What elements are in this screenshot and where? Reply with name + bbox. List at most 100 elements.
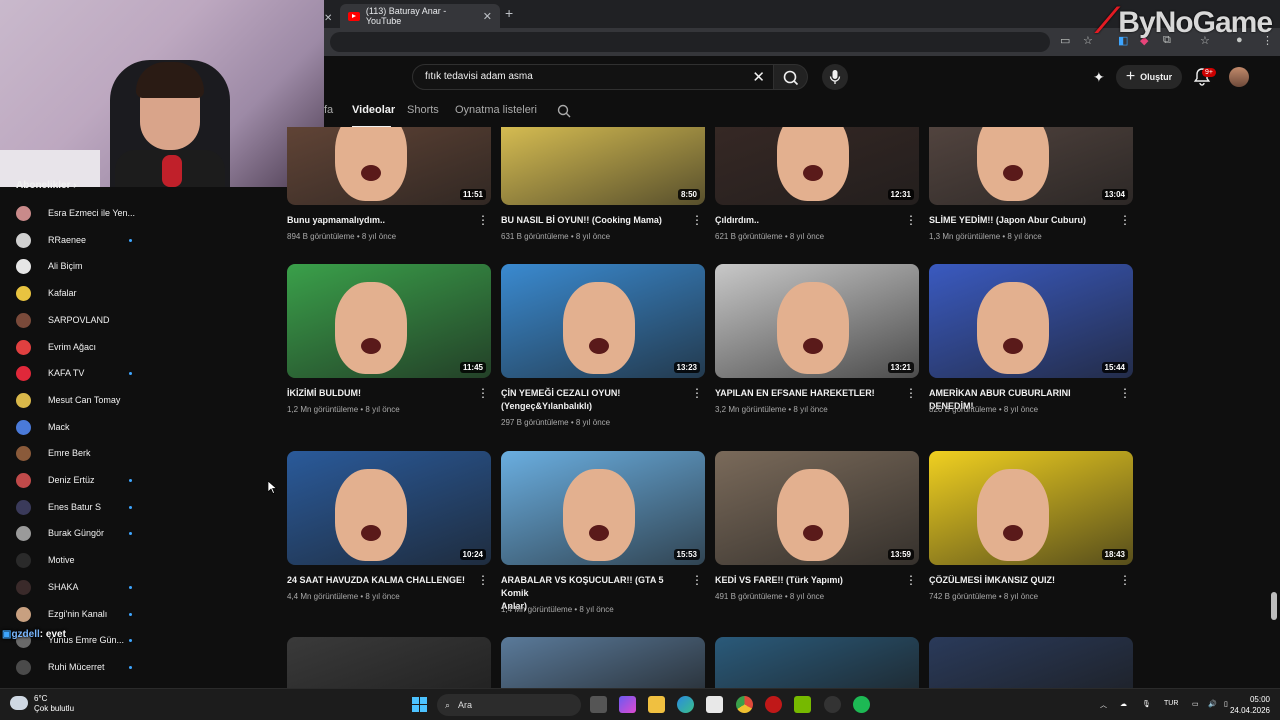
video-thumbnail[interactable]: 10:24 (287, 451, 491, 565)
nvidia-icon[interactable] (794, 696, 811, 713)
tray-volume-icon[interactable]: 🔊 (1208, 700, 1217, 708)
video-title[interactable]: BU NASIL Bİ OYUN!! (Cooking Mama) (501, 214, 687, 227)
edge-icon[interactable] (677, 696, 694, 713)
file-explorer-icon[interactable] (648, 696, 665, 713)
video-menu-icon[interactable]: ⋮ (905, 573, 917, 587)
tray-mic-icon[interactable]: 🎙 (1142, 700, 1151, 708)
video-menu-icon[interactable]: ⋮ (1119, 573, 1131, 587)
subscription-item[interactable]: Ali Biçim (16, 256, 146, 276)
task-view-icon[interactable] (590, 696, 607, 713)
create-button[interactable]: + Oluştur (1116, 65, 1182, 89)
video-thumbnail[interactable]: 13:21 (715, 264, 919, 378)
video-thumbnail[interactable] (715, 637, 919, 688)
video-title[interactable]: YAPILAN EN EFSANE HAREKETLER! (715, 387, 901, 400)
video-menu-icon[interactable]: ⋮ (905, 213, 917, 227)
video-menu-icon[interactable]: ⋮ (691, 573, 703, 587)
page-scrollbar[interactable] (1271, 592, 1277, 620)
subscriptions-heading[interactable]: Abonelikler › (16, 180, 77, 191)
subscription-item[interactable]: Burak Güngör (16, 523, 146, 543)
video-thumbnail[interactable]: 13:59 (715, 451, 919, 565)
taskbar-search[interactable]: ⌕ Ara (437, 694, 581, 716)
video-title[interactable]: SLİME YEDİM!! (Japon Abur Cuburu) (929, 214, 1115, 227)
tab-close-icon[interactable]: ✕ (483, 10, 492, 23)
video-menu-icon[interactable]: ⋮ (1119, 213, 1131, 227)
copilot-icon[interactable] (619, 696, 636, 713)
video-thumbnail[interactable]: 12:31 (715, 127, 919, 205)
new-tab-button[interactable]: + (505, 5, 513, 21)
video-thumbnail[interactable]: 11:45 (287, 264, 491, 378)
spotify-icon[interactable] (853, 696, 870, 713)
video-menu-icon[interactable]: ⋮ (1119, 386, 1131, 400)
video-thumbnail[interactable] (287, 637, 491, 688)
video-title[interactable]: KEDİ VS FARE!! (Türk Yapımı) (715, 574, 901, 587)
subscription-item[interactable]: Enes Batur S (16, 497, 146, 517)
voice-search-button[interactable] (822, 64, 848, 90)
video-thumbnail[interactable]: 15:53 (501, 451, 705, 565)
system-clock[interactable]: 05:00 24.04.2026 (1230, 694, 1270, 716)
start-windows-icon[interactable] (412, 697, 427, 712)
subscription-item[interactable]: Emre Berk (16, 443, 146, 463)
video-thumbnail[interactable]: 18:43 (929, 451, 1133, 565)
obs-icon[interactable] (824, 696, 841, 713)
video-thumbnail[interactable] (929, 637, 1133, 688)
subscription-item[interactable]: SHAKA (16, 577, 146, 597)
subscription-item[interactable]: Mesut Can Tomay (16, 390, 146, 410)
clear-search-icon[interactable]: ✕ (752, 68, 765, 86)
subscription-item[interactable]: Deniz Ertüz (16, 470, 146, 490)
video-menu-icon[interactable]: ⋮ (477, 573, 489, 587)
search-button[interactable] (774, 64, 808, 90)
subscription-item[interactable]: SARPOVLAND (16, 310, 146, 330)
tab-close-icon[interactable]: ✕ (324, 6, 332, 30)
subscription-label: Ezgi'nin Kanalı (48, 609, 108, 619)
chrome-icon[interactable] (736, 696, 753, 713)
video-title[interactable]: ÇİN YEMEĞİ CEZALI OYUN! (Yengeç&Yılanbalı… (501, 387, 687, 413)
subscription-item[interactable]: Ruhi Mücerret (16, 657, 146, 677)
subscription-item[interactable]: Mack (16, 417, 146, 437)
subscription-item[interactable]: Ezgi'nin Kanalı (16, 604, 146, 624)
opera-icon[interactable] (765, 696, 782, 713)
video-title[interactable]: ÇÖZÜLMESİ İMKANSIZ QUIZ! (929, 574, 1115, 587)
video-menu-icon[interactable]: ⋮ (905, 386, 917, 400)
tray-network-icon[interactable]: ▭ (1192, 700, 1199, 708)
ai-sparkle-icon[interactable]: ✦ (1093, 69, 1105, 86)
video-menu-icon[interactable]: ⋮ (477, 213, 489, 227)
meta-separator: • (354, 232, 362, 241)
chat-username: gzdell (11, 629, 40, 640)
video-thumbnail[interactable] (501, 637, 705, 688)
subscription-item[interactable]: RRaenee (16, 230, 146, 250)
tray-battery-icon[interactable]: ▯ (1224, 700, 1228, 708)
video-menu-icon[interactable]: ⋮ (477, 386, 489, 400)
tray-cloud-icon[interactable]: ☁ (1120, 700, 1127, 708)
cast-icon[interactable]: ▭ (1060, 34, 1070, 47)
weather-widget[interactable]: 6°C Çok bulutlu (10, 694, 74, 714)
video-thumbnail[interactable]: 13:23 (501, 264, 705, 378)
tab-videos[interactable]: Videolar (352, 104, 395, 116)
video-title[interactable]: 24 SAAT HAVUZDA KALMA CHALLENGE! (287, 574, 473, 587)
omnibox[interactable] (330, 32, 1050, 52)
video-title[interactable]: Çıldırdım.. (715, 214, 901, 227)
store-icon[interactable] (706, 696, 723, 713)
subscription-item[interactable]: Motive (16, 550, 146, 570)
tab-playlists[interactable]: Oynatma listeleri (455, 104, 537, 116)
video-title[interactable]: Bunu yapmamalıydım.. (287, 214, 473, 227)
video-title[interactable]: İKİZİMİ BULDUM! (287, 387, 473, 400)
video-thumbnail[interactable]: 13:04 (929, 127, 1133, 205)
tab-home-partial[interactable]: fa (324, 104, 333, 116)
tab-shorts[interactable]: Shorts (407, 104, 439, 116)
bookmark-star-icon[interactable]: ☆ (1083, 34, 1093, 47)
subscription-item[interactable]: Esra Ezmeci ile Yen... (16, 203, 146, 223)
video-menu-icon[interactable]: ⋮ (691, 386, 703, 400)
video-thumbnail[interactable]: 15:44 (929, 264, 1133, 378)
input-language[interactable]: TUR (1164, 700, 1178, 707)
subscription-label: Kafalar (48, 288, 77, 298)
tray-chevron-icon[interactable]: ︿ (1100, 700, 1107, 710)
subscription-item[interactable]: KAFA TV (16, 363, 146, 383)
search-input[interactable]: fıtık tedavisi adam asma ✕ (412, 64, 774, 90)
tab-youtube[interactable]: (113) Baturay Anar - YouTube ✕ (340, 4, 500, 28)
video-menu-icon[interactable]: ⋮ (691, 213, 703, 227)
subscription-item[interactable]: Evrim Ağacı (16, 337, 146, 357)
video-title-line: Çıldırdım.. (715, 215, 760, 225)
subscription-item[interactable]: Kafalar (16, 283, 146, 303)
account-avatar[interactable] (1229, 67, 1249, 87)
channel-search-icon[interactable] (557, 104, 571, 118)
